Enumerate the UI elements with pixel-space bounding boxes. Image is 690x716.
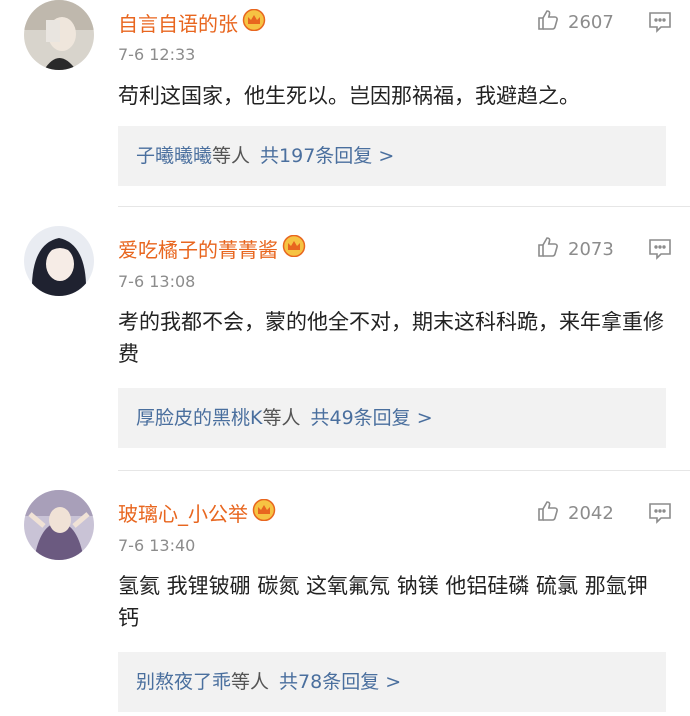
timestamp: 7-6 13:40: [118, 536, 196, 555]
thumbs-up-icon: [536, 499, 568, 528]
username[interactable]: 玻璃心_小公举: [118, 498, 276, 527]
username-text[interactable]: 玻璃心_小公举: [118, 498, 248, 527]
reply-count[interactable]: 共78条回复 >: [279, 671, 401, 693]
crown-badge-icon: [252, 498, 276, 526]
like-button[interactable]: 2042: [536, 499, 614, 528]
like-count: 2042: [568, 503, 614, 524]
replies-link[interactable]: 别熬夜了乖等人 共78条回复 >: [118, 652, 666, 712]
avatar[interactable]: [24, 490, 94, 560]
reply-user-names[interactable]: 别熬夜了乖: [136, 671, 231, 693]
comment-icon[interactable]: [648, 501, 672, 529]
comment-item: 玻璃心_小公举 7-6 13:40 2042 氢氦 我锂铍硼 碳氮 这氧氟氖 钠…: [0, 0, 690, 716]
comment-text: 氢氦 我锂铍硼 碳氮 这氧氟氖 钠镁 他铝硅磷 硫氯 那氩钾钙: [118, 574, 648, 630]
reply-suffix: 等人: [231, 671, 270, 693]
